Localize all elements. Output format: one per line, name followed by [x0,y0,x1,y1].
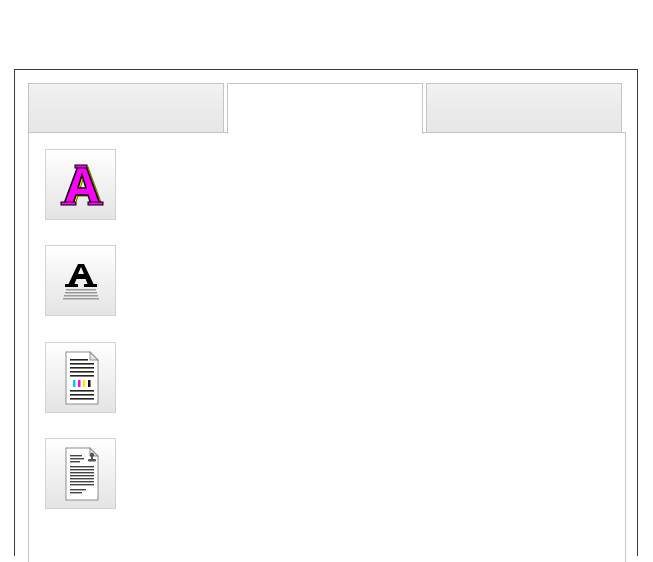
tab-2-active[interactable] [227,83,423,134]
tab-3[interactable] [426,83,622,132]
tab-content-panel [28,132,626,562]
tab-strip [28,83,626,134]
color-document-icon [65,350,99,404]
tab-1[interactable] [28,83,224,132]
color-text-button[interactable] [45,149,116,220]
color-document-button[interactable] [45,342,116,413]
text-shadow-button[interactable] [45,245,116,316]
text-shadow-icon [62,263,99,299]
document-stamp-button[interactable] [45,438,116,509]
color-text-icon [60,164,103,205]
document-stamp-icon [65,446,99,500]
dialog-window [14,69,638,562]
